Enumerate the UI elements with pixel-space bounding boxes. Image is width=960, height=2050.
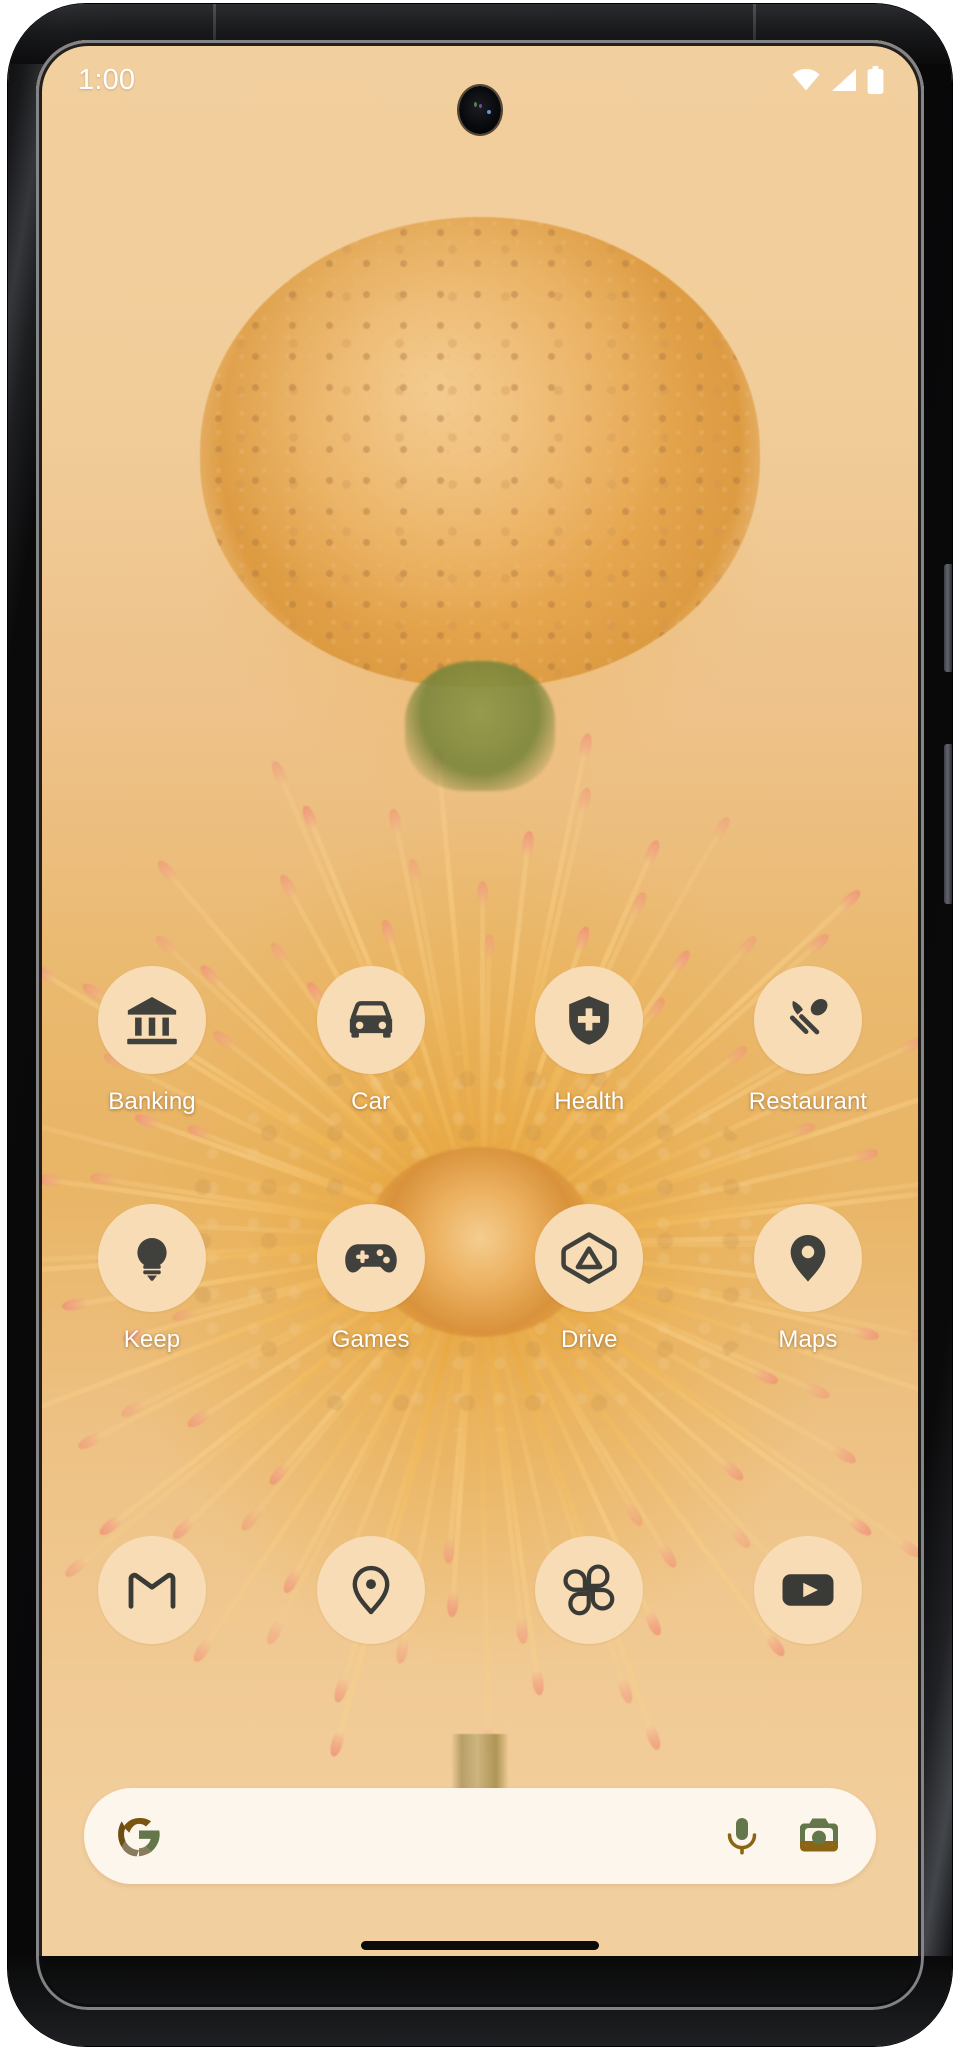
app-label: Keep bbox=[123, 1326, 181, 1353]
app-health[interactable]: Health bbox=[523, 966, 655, 1116]
power-button[interactable] bbox=[944, 564, 952, 672]
dock-app-photos[interactable]: Photos bbox=[523, 1536, 655, 1644]
app-label: Games bbox=[331, 1326, 410, 1353]
shield-plus-icon[interactable] bbox=[535, 966, 644, 1074]
screenshot-stage: 1:00 Banking Car Health Restaurant Keep … bbox=[0, 0, 960, 2050]
app-label: Maps bbox=[778, 1326, 838, 1353]
wifi-icon bbox=[791, 68, 821, 92]
photos-pinwheel-icon[interactable] bbox=[535, 1536, 644, 1644]
map-pin-outline-icon[interactable] bbox=[316, 1536, 425, 1644]
dock-app-maps[interactable]: Maps bbox=[305, 1536, 437, 1644]
google-g-logo bbox=[116, 1813, 162, 1859]
status-clock: 1:00 bbox=[78, 63, 136, 96]
app-label: Banking bbox=[108, 1088, 196, 1115]
home-screen: Banking Car Health Restaurant Keep Games… bbox=[36, 40, 924, 2010]
fork-spoon-icon[interactable] bbox=[753, 966, 862, 1074]
gmail-m-icon[interactable] bbox=[98, 1536, 206, 1644]
app-label: Restaurant bbox=[748, 1088, 868, 1115]
battery-icon bbox=[867, 66, 884, 94]
app-label: Health bbox=[554, 1088, 625, 1115]
app-car[interactable]: Car bbox=[305, 966, 437, 1116]
gesture-navigation-pill[interactable] bbox=[361, 1941, 599, 1950]
app-label: Drive bbox=[561, 1326, 618, 1353]
phone-frame: 1:00 Banking Car Health Restaurant Keep … bbox=[8, 4, 952, 2046]
lightbulb-icon[interactable] bbox=[98, 1204, 206, 1312]
app-row-2: Keep Games Drive Maps bbox=[36, 1204, 924, 1354]
app-maps[interactable]: Maps bbox=[742, 1204, 874, 1354]
status-icon-group bbox=[791, 66, 884, 94]
gamepad-icon[interactable] bbox=[316, 1204, 425, 1312]
youtube-play-icon[interactable] bbox=[753, 1536, 862, 1644]
voice-search-icon[interactable] bbox=[722, 1814, 762, 1858]
drive-triangle-icon[interactable] bbox=[535, 1204, 644, 1312]
dock-row: Gmail Maps bbox=[36, 1536, 924, 1644]
bank-icon[interactable] bbox=[98, 966, 206, 1074]
car-icon[interactable] bbox=[316, 966, 425, 1074]
dock-app-gmail[interactable]: Gmail bbox=[86, 1536, 218, 1644]
app-keep[interactable]: Keep bbox=[86, 1204, 218, 1354]
volume-button[interactable] bbox=[944, 744, 952, 904]
google-lens-icon[interactable] bbox=[796, 1815, 842, 1857]
app-label: Car bbox=[351, 1088, 391, 1115]
app-games[interactable]: Games bbox=[305, 1204, 437, 1354]
cellular-signal-icon bbox=[830, 68, 858, 92]
map-pin-filled-icon[interactable] bbox=[753, 1204, 862, 1312]
front-camera-hole bbox=[459, 86, 501, 134]
app-restaurant[interactable]: Restaurant bbox=[742, 966, 874, 1116]
app-banking[interactable]: Banking bbox=[86, 966, 218, 1116]
google-search-bar[interactable] bbox=[84, 1788, 876, 1884]
app-drive[interactable]: Drive bbox=[523, 1204, 655, 1354]
phone-screen: 1:00 Banking Car Health Restaurant Keep … bbox=[36, 40, 924, 2010]
app-row-1: Banking Car Health Restaurant bbox=[36, 966, 924, 1116]
search-action-group bbox=[722, 1814, 842, 1858]
dock-app-youtube[interactable]: YouTube bbox=[742, 1536, 874, 1644]
